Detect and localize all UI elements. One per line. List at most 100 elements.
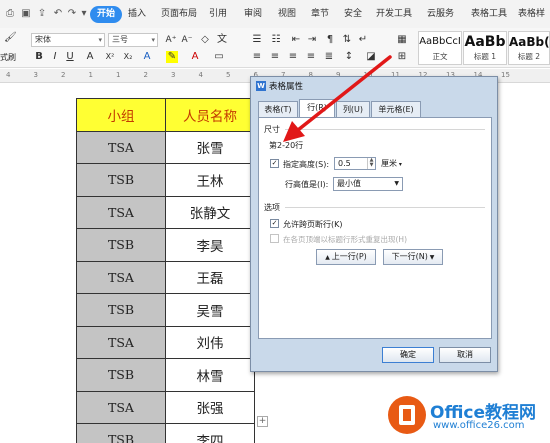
repeat-header-checkbox[interactable] [270, 234, 279, 243]
print-icon[interactable]: ⎙ [4, 8, 16, 19]
group-cell[interactable]: TSA [76, 260, 166, 294]
font-color-icon[interactable]: A [189, 51, 201, 63]
tab-view[interactable]: 视图 [278, 8, 296, 20]
add-row-button[interactable]: + [257, 416, 268, 427]
group-cell[interactable]: TSA [76, 325, 166, 359]
align-left-icon[interactable]: ≡ [251, 51, 263, 63]
font-effect-icon[interactable]: A [141, 51, 153, 63]
italic-icon[interactable]: I [49, 51, 61, 63]
row-height-mode-select[interactable]: 最小值 ▼ [333, 177, 403, 191]
indent-icon[interactable]: ⇥ [306, 34, 318, 46]
ruler-number: 5 [226, 71, 231, 79]
underline-icon[interactable]: U [64, 51, 76, 63]
name-cell[interactable]: 林雪 [165, 358, 255, 392]
char-border-icon[interactable]: ▭ [213, 51, 225, 63]
ok-button[interactable]: 确定 [382, 347, 434, 363]
name-cell[interactable]: 刘伟 [165, 325, 255, 359]
undo-icon[interactable]: ↶ [52, 8, 64, 19]
name-cell[interactable]: 王磊 [165, 260, 255, 294]
name-cell[interactable]: 王林 [165, 163, 255, 197]
arrow-down-icon: ▼ [427, 254, 435, 261]
style-heading-1[interactable]: AaBb 标题 1 [463, 31, 507, 65]
group-cell[interactable]: TSA [76, 130, 166, 164]
unit-select[interactable]: 厘米 ▾ [381, 157, 402, 171]
format-painter-icon[interactable]: 🖌 [4, 32, 17, 44]
group-cell[interactable]: TSB [76, 163, 166, 197]
group-cell[interactable]: TSA [76, 390, 166, 424]
preview-icon[interactable]: ▣ [20, 8, 32, 19]
row-height-input[interactable]: 0.5 ▲ ▼ [334, 157, 376, 170]
borders-icon[interactable]: ▦ [396, 34, 408, 46]
tab-table-tools[interactable]: 表格工具 [471, 8, 507, 20]
previous-row-button[interactable]: ▲ 上一行(P) [316, 249, 376, 265]
allow-break-checkbox[interactable]: ✓ [270, 219, 279, 228]
align-right-icon[interactable]: ≡ [287, 51, 299, 63]
justify-icon[interactable]: ≡ [305, 51, 317, 63]
tab-page-layout[interactable]: 页面布局 [161, 8, 197, 20]
tab-references[interactable]: 引用 [209, 8, 227, 20]
style-heading-2[interactable]: AaBb( 标题 2 [508, 31, 550, 65]
outdent-icon[interactable]: ⇤ [290, 34, 302, 46]
bullet-list-icon[interactable]: ☰ [251, 34, 263, 46]
group-cell[interactable]: TSB [76, 423, 166, 443]
chevron-down-icon: ▾ [397, 161, 402, 168]
data-table[interactable]: 小组 人员名称 TSA 张雪 TSB 王林 TSA 张静文 TSB 李昊 TSA 王磊 TSB 吴雪 TSA… [76, 98, 255, 443]
chinese-layout-icon[interactable]: ¶ [324, 34, 336, 46]
name-cell[interactable]: 张强 [165, 390, 255, 424]
sort-icon[interactable]: ⇅ [341, 34, 353, 46]
highlight-icon[interactable]: ✎ [166, 51, 178, 63]
tab-table[interactable]: 表格(T) [258, 101, 298, 117]
name-cell[interactable]: 张雪 [165, 130, 255, 164]
format-painter-label[interactable]: 式刷 [0, 52, 16, 63]
tab-review[interactable]: 审阅 [244, 8, 262, 20]
header-cell-name[interactable]: 人员名称 [165, 98, 255, 132]
specify-height-checkbox[interactable]: ✓ [270, 159, 279, 168]
bold-icon[interactable]: B [33, 51, 45, 63]
tab-developer[interactable]: 开发工具 [376, 8, 412, 20]
border-style-icon[interactable]: ⊞ [396, 51, 408, 63]
spinner-icon[interactable]: ▲ ▼ [367, 158, 375, 169]
subscript-icon[interactable]: X₂ [122, 51, 134, 63]
superscript-icon[interactable]: X² [104, 51, 116, 63]
distribute-icon[interactable]: ≣ [323, 51, 335, 63]
shading-icon[interactable]: ◪ [365, 51, 377, 63]
header-cell-group[interactable]: 小组 [76, 98, 166, 132]
shrink-font-icon[interactable]: A⁻ [181, 34, 193, 46]
cancel-button[interactable]: 取消 [439, 347, 491, 363]
tab-cloud[interactable]: 云服务 [427, 8, 454, 20]
font-name-select[interactable]: 宋体 ▾ [31, 33, 105, 47]
font-size-select[interactable]: 三号 ▾ [108, 33, 158, 47]
name-cell[interactable]: 李昊 [165, 228, 255, 262]
tab-start[interactable]: 开始 [90, 6, 122, 23]
group-cell[interactable]: TSB [76, 293, 166, 327]
export-icon[interactable]: ⇪ [36, 8, 48, 19]
quick-access-dropdown-icon[interactable]: ▾ [78, 8, 90, 19]
next-row-button[interactable]: 下一行(N) ▼ [383, 249, 443, 265]
name-cell[interactable]: 吴雪 [165, 293, 255, 327]
style-normal[interactable]: AaBbCcI 正文 [418, 31, 462, 65]
line-spacing-icon[interactable]: ↕ [343, 51, 355, 63]
tab-chapter[interactable]: 章节 [311, 8, 329, 20]
grow-font-icon[interactable]: A⁺ [165, 34, 177, 46]
group-cell[interactable]: TSA [76, 195, 166, 229]
group-cell[interactable]: TSB [76, 228, 166, 262]
align-center-icon[interactable]: ≡ [269, 51, 281, 63]
name-cell[interactable]: 李四 [165, 423, 255, 443]
pinyin-icon[interactable]: 文 [216, 34, 228, 46]
clear-format-icon[interactable]: ◇ [199, 34, 211, 46]
ruler-number: 4 [198, 71, 203, 79]
group-cell[interactable]: TSB [76, 358, 166, 392]
redo-icon[interactable]: ↷ [66, 8, 78, 19]
tab-security[interactable]: 安全 [344, 8, 362, 20]
tab-column[interactable]: 列(U) [336, 101, 370, 117]
numbered-list-icon[interactable]: ☷ [270, 34, 282, 46]
name-cell[interactable]: 张静文 [165, 195, 255, 229]
strikethrough-icon[interactable]: A [84, 51, 96, 63]
wps-app-icon: W [256, 81, 266, 91]
tab-insert[interactable]: 插入 [128, 8, 146, 20]
tab-cell[interactable]: 单元格(E) [371, 101, 421, 117]
tab-row[interactable]: 行(R) [299, 99, 335, 118]
tab-table-style[interactable]: 表格样 [518, 8, 545, 20]
repeat-header-label: 在各页顶端以标题行形式重复出现(H) [283, 235, 407, 244]
show-marks-icon[interactable]: ↵ [357, 34, 369, 46]
